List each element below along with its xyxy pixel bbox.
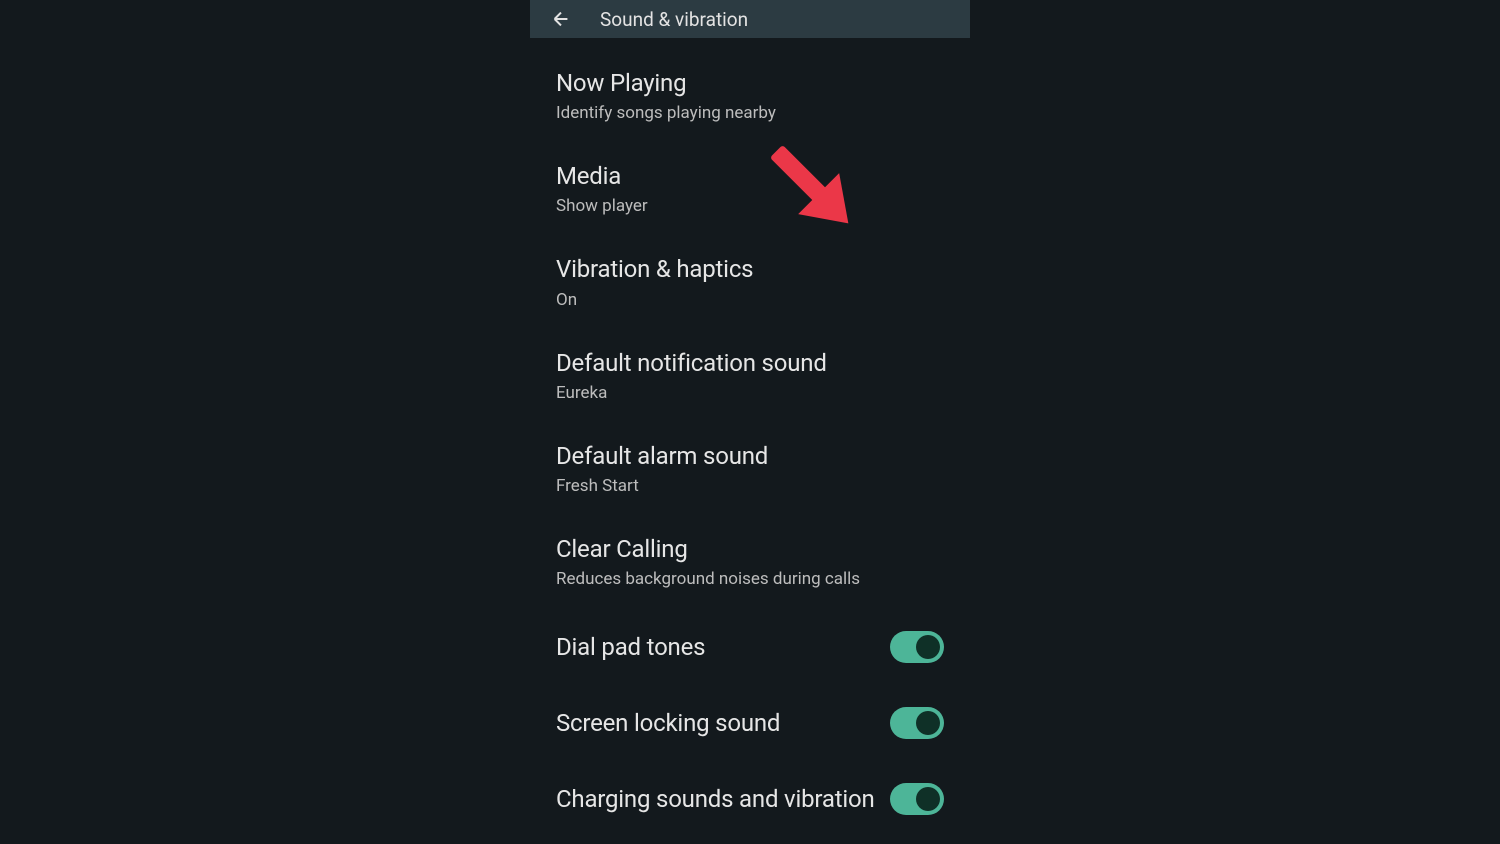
charging-sounds-toggle[interactable]: [890, 783, 944, 815]
screen-locking-sound-toggle[interactable]: [890, 707, 944, 739]
charging-sounds-item[interactable]: Charging sounds and vibration: [530, 761, 970, 837]
back-arrow-icon[interactable]: [550, 8, 572, 30]
item-title: Vibration & haptics: [556, 254, 944, 285]
item-subtitle: Show player: [556, 196, 944, 216]
page-title: Sound & vibration: [600, 8, 748, 31]
item-title: Default alarm sound: [556, 441, 944, 472]
switch-knob: [916, 787, 940, 811]
switch-knob: [916, 711, 940, 735]
item-subtitle: Fresh Start: [556, 476, 944, 496]
header-bar: Sound & vibration: [530, 0, 970, 38]
screen-locking-sound-item[interactable]: Screen locking sound: [530, 685, 970, 761]
dial-pad-tones-toggle[interactable]: [890, 631, 944, 663]
item-title: Clear Calling: [556, 534, 944, 565]
item-subtitle: Reduces background noises during calls: [556, 569, 944, 589]
item-subtitle: Identify songs playing nearby: [556, 103, 944, 123]
notification-sound-item[interactable]: Default notification sound Eureka: [530, 330, 970, 423]
item-title: Media: [556, 161, 944, 192]
toggle-label: Charging sounds and vibration: [556, 785, 875, 813]
toggle-label: Screen locking sound: [556, 709, 780, 737]
vibration-haptics-item[interactable]: Vibration & haptics On: [530, 236, 970, 329]
now-playing-item[interactable]: Now Playing Identify songs playing nearb…: [530, 50, 970, 143]
settings-screen: Sound & vibration Now Playing Identify s…: [530, 0, 970, 844]
media-item[interactable]: Media Show player: [530, 143, 970, 236]
dial-pad-tones-item[interactable]: Dial pad tones: [530, 609, 970, 685]
item-title: Now Playing: [556, 68, 944, 99]
item-subtitle: Eureka: [556, 383, 944, 403]
clear-calling-item[interactable]: Clear Calling Reduces background noises …: [530, 516, 970, 609]
settings-list: Now Playing Identify songs playing nearb…: [530, 38, 970, 837]
item-subtitle: On: [556, 290, 944, 310]
toggle-label: Dial pad tones: [556, 633, 705, 661]
switch-knob: [916, 635, 940, 659]
alarm-sound-item[interactable]: Default alarm sound Fresh Start: [530, 423, 970, 516]
item-title: Default notification sound: [556, 348, 944, 379]
